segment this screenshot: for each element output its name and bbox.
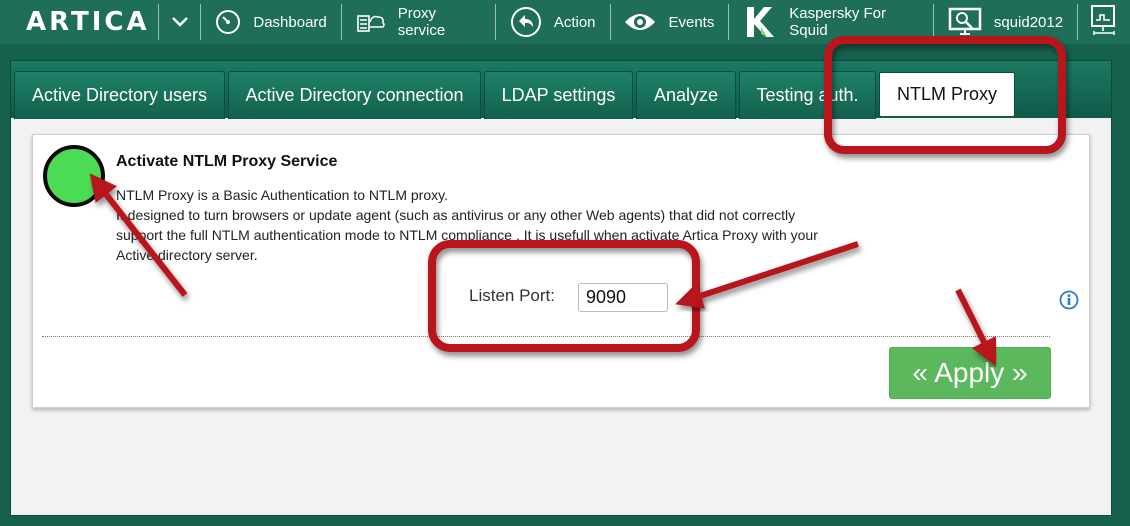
tab-bar: Active Directory users Active Directory … xyxy=(10,60,1112,119)
tab-ldap-settings[interactable]: LDAP settings xyxy=(484,71,633,119)
nav-kaspersky[interactable]: Kaspersky For Squid xyxy=(729,0,933,44)
eye-icon xyxy=(624,11,656,33)
menu-chevron-button[interactable] xyxy=(159,0,201,44)
monitor-search-icon xyxy=(948,7,982,37)
chevron-down-icon xyxy=(171,17,188,27)
top-navigation-bar: ARTICA Dashboard Proxy service Action Ev… xyxy=(0,0,1130,44)
section-title: Activate NTLM Proxy Service xyxy=(116,153,338,170)
nav-proxy-service[interactable]: Proxy service xyxy=(342,0,495,44)
nav-label: Kaspersky For Squid xyxy=(789,5,886,39)
tab-active-directory-users[interactable]: Active Directory users xyxy=(14,71,225,119)
nav-label: Proxy service xyxy=(397,5,446,39)
tab-testing-auth[interactable]: Testing auth. xyxy=(739,71,876,119)
server-cloud-icon xyxy=(356,10,386,34)
tab-ntlm-proxy[interactable]: NTLM Proxy xyxy=(879,72,1015,116)
description-line: Active directory server. xyxy=(116,247,258,263)
listen-port-label: Listen Port: xyxy=(469,286,555,305)
nav-label: Dashboard xyxy=(253,13,327,31)
nav-squid2012[interactable]: squid2012 xyxy=(934,0,1077,44)
network-panel-icon xyxy=(1090,3,1118,41)
description-line: It designed to turn browsers or update a… xyxy=(116,207,796,223)
speedometer-icon xyxy=(215,9,241,35)
nav-label: squid2012 xyxy=(993,13,1064,31)
nav-label: Events xyxy=(668,13,715,31)
tab-active-directory-connection[interactable]: Active Directory connection xyxy=(228,71,481,119)
service-status-indicator[interactable] xyxy=(43,145,105,207)
dotted-divider xyxy=(42,336,1050,337)
tab-analyze[interactable]: Analyze xyxy=(636,71,736,119)
section-description: NTLM Proxy is a Basic Authentication to … xyxy=(116,185,936,265)
nav-events[interactable]: Events xyxy=(610,0,728,44)
nav-action[interactable]: Action xyxy=(496,0,610,44)
description-line: support the full NTLM authentication mod… xyxy=(116,227,818,243)
nav-network-settings[interactable] xyxy=(1078,0,1130,44)
kaspersky-k-icon xyxy=(743,5,777,39)
nav-label: Action xyxy=(553,13,596,31)
artica-logo[interactable]: ARTICA xyxy=(0,0,158,44)
apply-button[interactable]: « Apply » xyxy=(889,347,1051,399)
description-line: NTLM Proxy is a Basic Authentication to … xyxy=(116,187,448,203)
nav-dashboard[interactable]: Dashboard xyxy=(201,0,340,44)
info-icon[interactable] xyxy=(1059,290,1079,315)
listen-port-input[interactable] xyxy=(578,283,668,312)
undo-arrow-icon xyxy=(510,6,542,38)
